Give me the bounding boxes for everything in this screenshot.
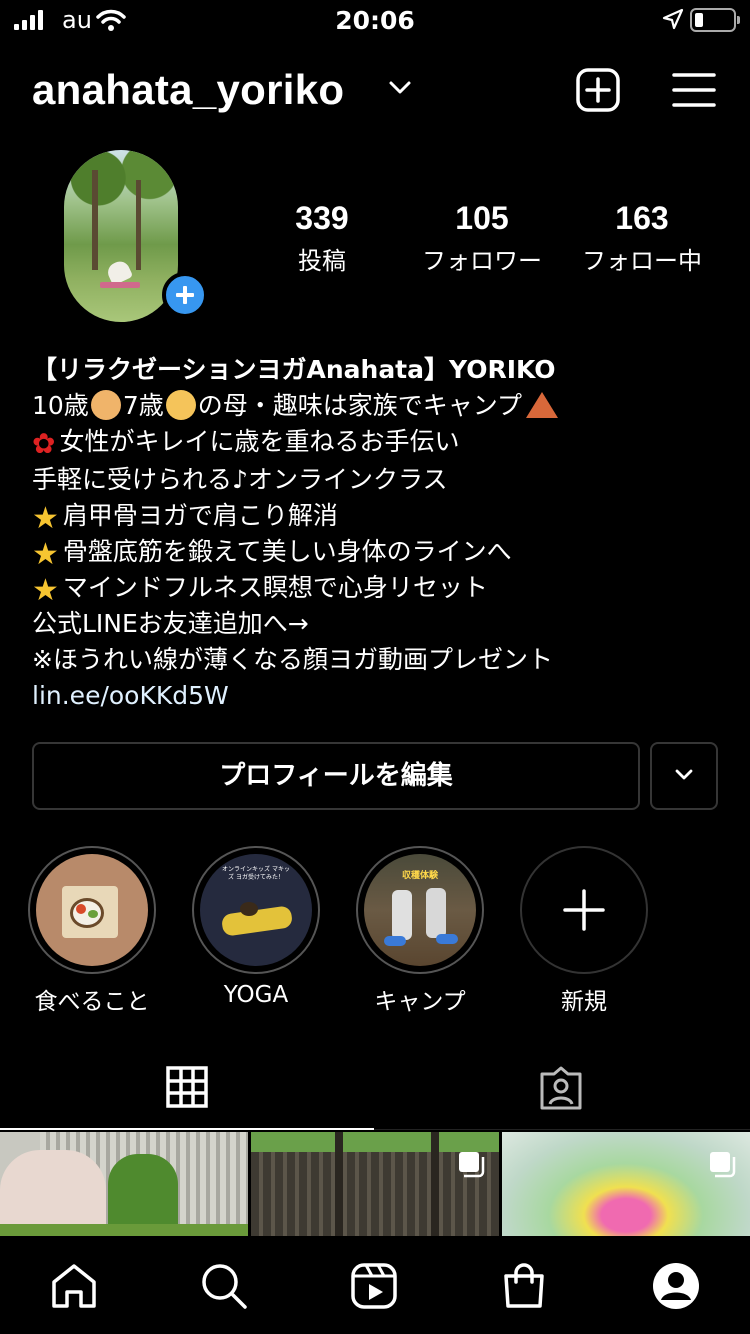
multiple-posts-icon [710,1152,736,1178]
chevron-down-icon[interactable] [388,80,412,96]
profile-avatar[interactable] [64,150,178,322]
posts-count-value: 339 [295,200,349,236]
tab-tagged[interactable] [374,1058,750,1130]
tagged-icon [540,1066,582,1110]
profile-icon[interactable] [650,1260,702,1312]
suggested-accounts-button[interactable] [650,742,718,810]
highlight-label: キャンプ [374,989,466,1015]
highlight-label: YOGA [223,982,289,1008]
bio-text: 骨盤底筋を鍛えて美しい身体のラインへ [62,537,512,566]
chevron-down-icon [675,769,693,780]
bio-text: マインドフルネス瞑想で心身リセット [62,573,488,602]
highlight-cover-text: 収穫体験 [401,871,438,881]
following-count[interactable]: 163 フォロー中 [562,200,722,276]
highlight-food[interactable]: 食べること [28,846,156,1016]
bio-link[interactable]: lin.ee/ooKKd5W [32,678,722,714]
highlight-yoga[interactable]: オンラインキッズ マキッズ ヨガ受けてみた！ YOGA [192,846,320,1008]
profile-bio: 【リラクゼーションヨガAnahata】YORIKO 10歳 7歳 の母・趣味は家族で… [32,352,722,714]
bio-line: 手軽に受けられる♪オンラインクラス [32,465,448,494]
battery-icon [690,8,740,32]
edit-profile-button[interactable]: プロフィールを編集 [32,742,640,810]
boy-emoji-icon [90,390,121,420]
star-emoji-icon: ★ [32,537,59,572]
girl-emoji-icon [165,390,196,420]
bio-line: ✿ 女性がキレイに歳を重ねるお手伝い [32,424,722,462]
bio-line: 公式LINEお友達追加へ→ [32,609,309,638]
star-emoji-icon: ★ [32,573,59,608]
highlight-label: 新規 [561,989,607,1015]
rose-emoji-icon: ✿ [32,427,56,460]
bio-line: ★ マインドフルネス瞑想で心身リセット [32,570,722,606]
bio-line: ★ 骨盤底筋を鍛えて美しい身体のラインへ [32,534,722,570]
tent-emoji-icon [525,392,558,418]
followers-count-value: 105 [455,200,509,236]
bottom-navigation [0,1236,750,1334]
highlight-camp[interactable]: 収穫体験 キャンプ [356,846,484,1016]
reels-icon[interactable] [348,1260,400,1312]
highlight-cover: 収穫体験 [364,854,476,966]
bio-line: ※ほうれい線が薄くなる顔ヨガ動画プレゼント [32,645,553,674]
location-arrow-icon [662,8,684,30]
tab-grid[interactable] [0,1058,374,1130]
posts-count-label: 投稿 [298,247,346,275]
multiple-posts-icon [459,1152,485,1178]
bio-text: 女性がキレイに歳を重ねるお手伝い [59,427,460,456]
bio-line: ★ 肩甲骨ヨガで肩こり解消 [32,498,722,534]
post-thumbnail[interactable] [0,1132,248,1236]
highlight-cover: オンラインキッズ マキッズ ヨガ受けてみた！ [200,854,312,966]
add-story-plus-icon[interactable] [162,272,208,318]
shop-icon[interactable] [498,1260,550,1312]
posts-count[interactable]: 339 投稿 [242,200,402,276]
bio-text: の母・趣味は家族でキャンプ [197,391,522,420]
new-highlight-button[interactable]: 新規 [520,846,648,1016]
following-count-label: フォロー中 [582,247,702,275]
followers-count[interactable]: 105 フォロワー [402,200,562,276]
post-thumbnail[interactable] [251,1132,499,1236]
clock: 20:06 [335,6,415,35]
home-icon[interactable] [48,1260,100,1312]
hamburger-menu-icon[interactable] [672,70,716,110]
star-emoji-icon: ★ [32,501,59,536]
bio-line: 10歳 7歳 の母・趣味は家族でキャンプ [32,388,722,424]
followers-count-label: フォロワー [422,247,542,275]
bio-text: 7歳 [122,391,164,420]
search-icon[interactable] [198,1260,250,1312]
post-thumbnail[interactable] [502,1132,750,1236]
bio-text: 10歳 [32,391,89,420]
grid-icon [166,1066,208,1108]
new-post-icon[interactable] [576,68,620,112]
highlight-label: 食べること [34,989,150,1015]
bio-text: 肩甲骨ヨガで肩こり解消 [62,501,338,530]
highlight-cover-text: オンラインキッズ マキッズ ヨガ受けてみた！ [222,866,290,881]
username-switcher[interactable]: anahata_yoriko [32,66,344,114]
status-bar: au 20:06 [0,0,750,40]
plus-icon [563,889,605,931]
following-count-value: 163 [615,200,669,236]
highlight-cover [36,854,148,966]
profile-name: 【リラクゼーションヨガAnahata】YORIKO [32,355,556,384]
